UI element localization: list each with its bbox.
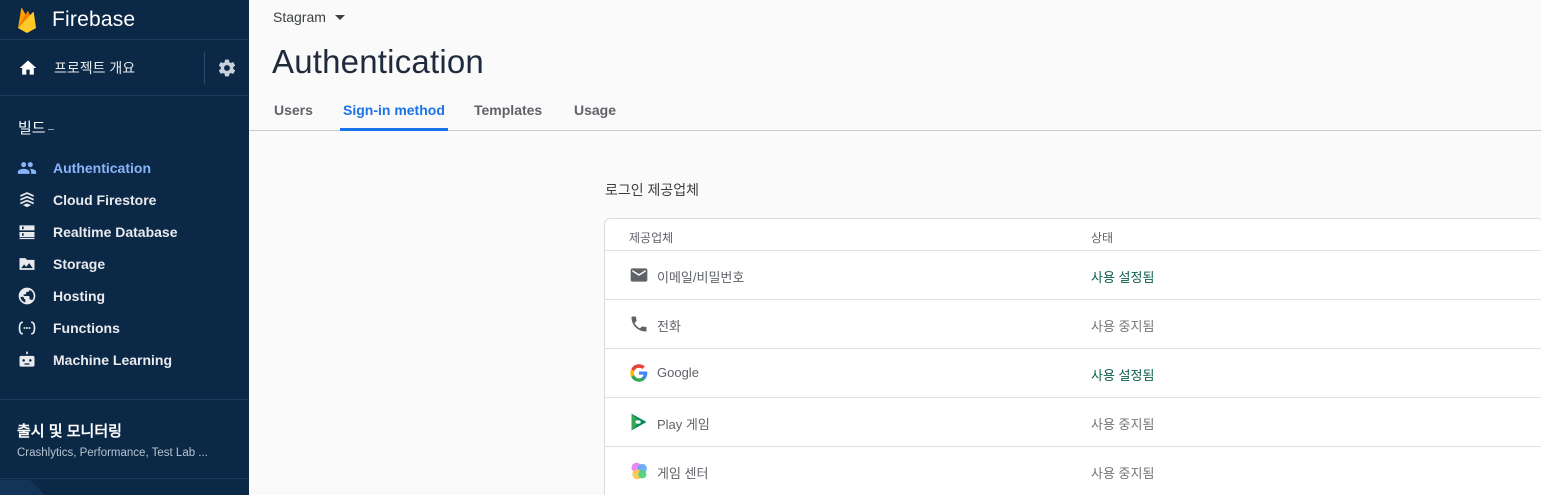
gear-icon[interactable] bbox=[217, 58, 237, 78]
functions-icon bbox=[18, 321, 36, 335]
provider-status: 사용 중지됨 bbox=[1091, 466, 1155, 481]
table-header: 제공업체 상태 bbox=[605, 219, 1541, 251]
firebase-logo-icon bbox=[18, 7, 36, 33]
provider-name: 게임 센터 bbox=[657, 466, 709, 481]
project-selector[interactable]: Stagram bbox=[273, 9, 345, 25]
google-icon bbox=[630, 364, 648, 382]
sidebar-item-functions[interactable]: Functions bbox=[0, 312, 249, 344]
game-center-icon bbox=[631, 462, 647, 480]
home-icon[interactable] bbox=[18, 58, 38, 78]
globe-icon bbox=[18, 287, 36, 305]
brand-name: Firebase bbox=[52, 7, 136, 31]
providers-section-title: 로그인 제공업체 bbox=[605, 182, 700, 198]
providers-table: 제공업체 상태 이메일/비밀번호 사용 설정됨 전화 사용 중지됨 Google… bbox=[604, 218, 1541, 495]
main-content: Stagram Authentication Users Sign-in met… bbox=[249, 0, 1541, 495]
mail-icon bbox=[630, 268, 648, 282]
tab-sign-in-method[interactable]: Sign-in method bbox=[340, 102, 448, 131]
table-row[interactable]: 이메일/비밀번호 사용 설정됨 bbox=[605, 251, 1541, 300]
caret-down-icon bbox=[334, 14, 345, 20]
build-section-title: 빌드 bbox=[0, 96, 249, 152]
table-row[interactable]: 전화 사용 중지됨 bbox=[605, 300, 1541, 349]
sidebar-item-label: Cloud Firestore bbox=[53, 192, 157, 208]
tab-users[interactable]: Users bbox=[274, 102, 313, 130]
provider-name: 이메일/비밀번호 bbox=[657, 270, 745, 285]
provider-status: 사용 중지됨 bbox=[1091, 417, 1155, 432]
release-title: 출시 및 모니터링 bbox=[17, 423, 122, 440]
release-subtitle: Crashlytics, Performance, Test Lab ... bbox=[17, 447, 208, 459]
column-header-status: 상태 bbox=[1091, 231, 1114, 245]
provider-status: 사용 설정됨 bbox=[1091, 368, 1155, 383]
brand[interactable]: Firebase bbox=[0, 0, 249, 40]
sidebar-item-label: Hosting bbox=[53, 288, 106, 304]
sidebar-item-label: Authentication bbox=[53, 160, 151, 176]
tab-templates[interactable]: Templates bbox=[474, 102, 542, 130]
project-overview: 프로젝트 개요 bbox=[0, 40, 249, 96]
sidebar-item-storage[interactable]: Storage bbox=[0, 248, 249, 280]
firestore-icon bbox=[20, 192, 34, 208]
sidebar-item-label: Storage bbox=[53, 256, 106, 272]
sidebar-item-hosting[interactable]: Hosting bbox=[0, 280, 249, 312]
robot-icon bbox=[19, 351, 35, 367]
provider-name: Play 게임 bbox=[657, 417, 710, 432]
sidebar-item-label: Functions bbox=[53, 320, 120, 336]
sidebar-item-label: Realtime Database bbox=[53, 224, 178, 240]
sidebar: Firebase 프로젝트 개요 빌드 Authentication Cloud… bbox=[0, 0, 249, 495]
table-row[interactable]: 게임 센터 사용 중지됨 bbox=[605, 447, 1541, 495]
sidebar-item-machine-learning[interactable]: Machine Learning bbox=[0, 344, 249, 376]
provider-status: 사용 설정됨 bbox=[1091, 270, 1155, 285]
phone-icon bbox=[631, 316, 647, 332]
table-row[interactable]: Play 게임 사용 중지됨 bbox=[605, 398, 1541, 447]
tab-usage[interactable]: Usage bbox=[574, 102, 616, 130]
provider-name: 전화 bbox=[657, 319, 681, 334]
sidebar-item-label: Machine Learning bbox=[53, 352, 173, 368]
project-name: Stagram bbox=[273, 9, 326, 25]
play-games-icon bbox=[631, 413, 647, 431]
column-header-provider: 제공업체 bbox=[629, 231, 674, 245]
people-icon bbox=[17, 162, 37, 174]
divider bbox=[204, 52, 205, 84]
provider-status: 사용 중지됨 bbox=[1091, 319, 1155, 334]
table-row[interactable]: Google 사용 설정됨 bbox=[605, 349, 1541, 398]
project-overview-label[interactable]: 프로젝트 개요 bbox=[54, 58, 135, 78]
sidebar-item-cloud-firestore[interactable]: Cloud Firestore bbox=[0, 184, 249, 216]
sidebar-item-authentication[interactable]: Authentication bbox=[0, 152, 249, 184]
decorative-shape bbox=[0, 480, 45, 495]
sidebar-item-realtime-database[interactable]: Realtime Database bbox=[0, 216, 249, 248]
database-icon bbox=[19, 225, 35, 240]
storage-icon bbox=[19, 258, 35, 270]
tab-bar: Users Sign-in method Templates Usage bbox=[249, 96, 1541, 131]
release-monitoring-section[interactable]: 출시 및 모니터링 Crashlytics, Performance, Test… bbox=[0, 399, 249, 479]
provider-name: Google bbox=[657, 365, 699, 380]
page-title: Authentication bbox=[272, 43, 484, 80]
